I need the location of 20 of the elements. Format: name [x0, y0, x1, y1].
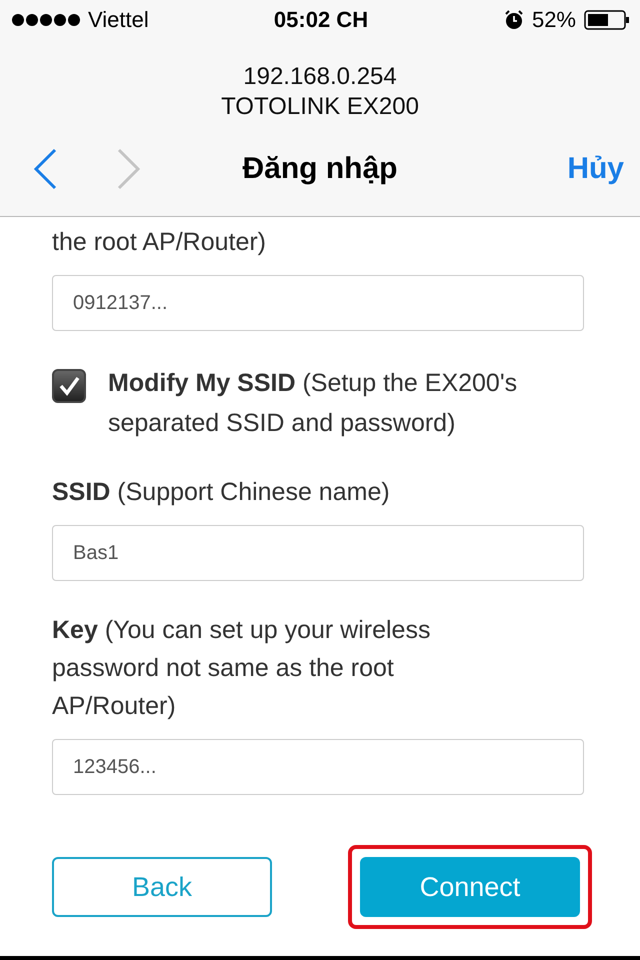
cancel-button[interactable]: Hủy [567, 152, 624, 186]
checkmark-icon [57, 374, 81, 398]
carrier-name: Viettel [88, 7, 149, 33]
host-address: 192.168.0.254 [243, 62, 397, 92]
field-label: the root AP/Router) [52, 227, 268, 258]
field-label: SSID (Support Chinese name) [52, 477, 391, 508]
battery-icon [584, 10, 630, 30]
battery-percent: 52% [532, 7, 576, 33]
checkbox[interactable] [52, 369, 86, 403]
back-icon[interactable] [32, 148, 58, 190]
field-label: Key (You can set up your wireless password not same as the root AP/Router) [52, 615, 432, 722]
checkbox-label: Modify My SSID (Setup the EX200's separated SSID and password) [108, 368, 518, 439]
clock-time: 05:02 CH [274, 7, 368, 33]
signal-icon [12, 14, 80, 26]
alarm-clock-icon [504, 10, 524, 30]
input-field[interactable]: 0912137... [52, 275, 584, 331]
input-field[interactable]: 123456... [52, 739, 584, 795]
page-title: TOTOLINK EX200 [221, 92, 419, 122]
input-field[interactable]: Bas1 [52, 525, 584, 581]
screen-title: Đăng nhập [242, 152, 398, 186]
